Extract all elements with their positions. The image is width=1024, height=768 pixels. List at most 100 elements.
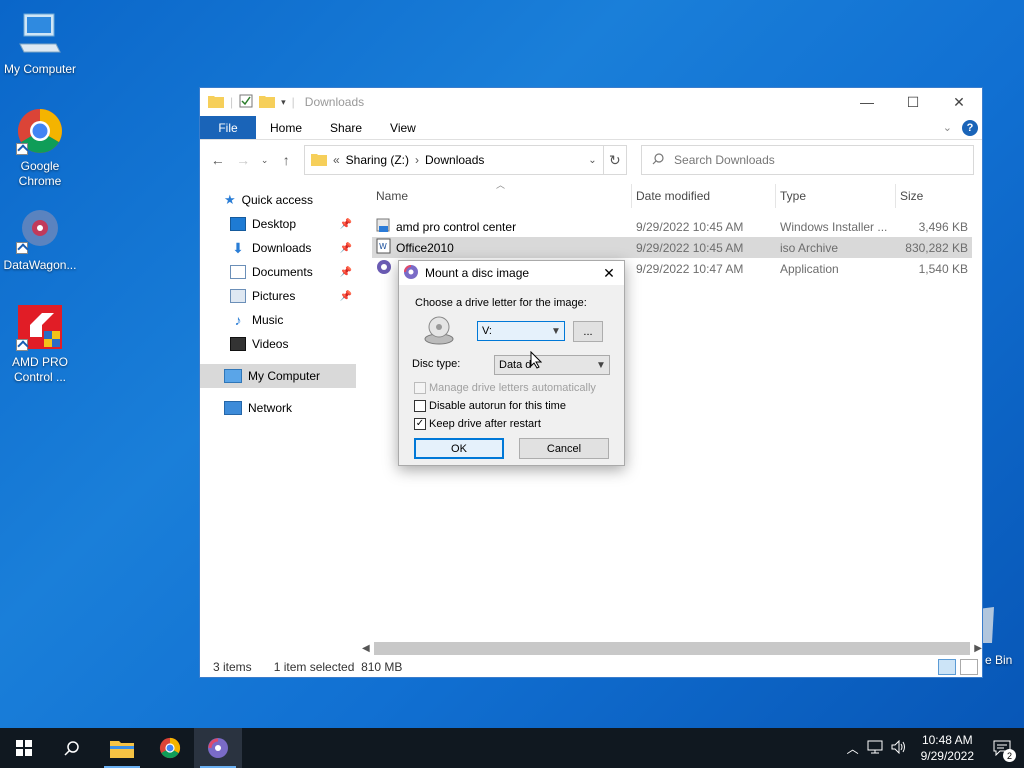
- search-button[interactable]: [48, 728, 96, 768]
- checkbox-label: Keep drive after restart: [429, 418, 541, 430]
- up-arrow-icon[interactable]: ↑: [277, 152, 296, 168]
- disc-type-label: Disc type:: [412, 358, 461, 370]
- back-arrow-icon[interactable]: ←: [208, 152, 227, 168]
- action-center-icon[interactable]: 2: [988, 734, 1016, 762]
- desktop-icon-my-computer[interactable]: My Computer: [0, 10, 80, 77]
- scroll-left-icon[interactable]: ◀: [362, 643, 370, 654]
- dialog-close-button[interactable]: ✕: [594, 265, 624, 282]
- mouse-cursor-icon: [530, 350, 543, 374]
- pin-icon[interactable]: 📌: [340, 291, 352, 302]
- address-dropdown-icon[interactable]: ⌄: [588, 155, 596, 166]
- breadcrumb-current[interactable]: Downloads: [425, 153, 484, 167]
- column-headers: ︿ Name Date modified Type Size: [372, 180, 972, 208]
- nav-label: Music: [252, 313, 284, 327]
- desktop-icon-label: My Computer: [3, 62, 77, 76]
- nav-music[interactable]: ♪ Music: [200, 308, 356, 332]
- details-view-icon[interactable]: [938, 659, 956, 675]
- cancel-button[interactable]: Cancel: [519, 438, 609, 459]
- tab-view[interactable]: View: [376, 116, 430, 139]
- recent-locations-icon[interactable]: ⌄: [259, 155, 271, 166]
- file-type: Windows Installer ...: [780, 219, 888, 234]
- clock[interactable]: 10:48 AM 9/29/2022: [915, 732, 980, 764]
- nav-downloads[interactable]: ⬇ Downloads 📌: [200, 236, 356, 260]
- scroll-thumb[interactable]: [373, 642, 971, 655]
- file-type: Application: [780, 261, 839, 276]
- nav-my-computer[interactable]: My Computer: [200, 364, 356, 388]
- installer-icon: [376, 217, 392, 236]
- file-explorer-icon: [110, 741, 134, 758]
- breadcrumb-separator-icon[interactable]: ›: [415, 153, 419, 167]
- help-icon[interactable]: ?: [962, 119, 978, 136]
- forward-arrow-icon[interactable]: →: [233, 152, 252, 168]
- disc-type-select[interactable]: Data d ▼: [494, 355, 610, 375]
- chevron-down-icon: ▼: [551, 325, 561, 337]
- nav-pictures[interactable]: Pictures 📌: [200, 284, 356, 308]
- column-header-size[interactable]: Size: [896, 184, 972, 208]
- show-hidden-icons-icon[interactable]: ︿: [847, 740, 859, 757]
- tab-share[interactable]: Share: [316, 116, 376, 139]
- file-row[interactable]: amd pro control center 9/29/2022 10:45 A…: [372, 216, 972, 237]
- disc-mount-icon: [403, 264, 419, 283]
- taskbar-chrome[interactable]: [146, 728, 194, 768]
- refresh-icon[interactable]: ↻: [603, 145, 628, 175]
- tab-home[interactable]: Home: [256, 116, 316, 139]
- disable-autorun-checkbox[interactable]: Disable autorun for this time: [414, 400, 566, 412]
- nav-desktop[interactable]: Desktop 📌: [200, 212, 356, 236]
- pin-icon[interactable]: 📌: [340, 243, 352, 254]
- item-count: 3 items: [213, 660, 252, 674]
- keep-drive-checkbox[interactable]: ✓ Keep drive after restart: [414, 418, 541, 430]
- column-header-type[interactable]: Type: [776, 184, 896, 208]
- tab-file[interactable]: File: [200, 116, 256, 139]
- file-date: 9/29/2022 10:45 AM: [636, 240, 744, 255]
- minimize-button[interactable]: —: [844, 88, 890, 116]
- new-folder-icon[interactable]: [259, 94, 276, 111]
- desktop-icon-google-chrome[interactable]: Google Chrome: [0, 107, 80, 189]
- address-bar[interactable]: « Sharing (Z:) › Downloads ⌄: [303, 145, 604, 175]
- chrome-icon: [16, 107, 64, 155]
- ribbon-tabs: File Home Share View ⌄ ?: [200, 116, 982, 140]
- taskbar-disc-mount-app[interactable]: [194, 728, 242, 768]
- close-button[interactable]: ✕: [936, 88, 982, 116]
- ok-button[interactable]: OK: [414, 438, 504, 459]
- breadcrumb-root[interactable]: Sharing (Z:): [346, 153, 409, 167]
- nav-documents[interactable]: Documents 📌: [200, 260, 356, 284]
- drive-letter-select[interactable]: V: ▼: [477, 321, 565, 341]
- nav-quick-access[interactable]: ★ Quick access: [200, 188, 356, 212]
- scroll-right-icon[interactable]: ▶: [974, 643, 982, 654]
- search-input[interactable]: Search Downloads: [674, 153, 775, 167]
- navigation-pane: ★ Quick access Desktop 📌 ⬇ Downloads 📌 D…: [200, 188, 356, 648]
- start-button[interactable]: [0, 728, 48, 768]
- search-box[interactable]: Search Downloads: [641, 145, 974, 175]
- file-size: 1,540 KB: [918, 261, 968, 276]
- download-arrow-icon: ⬇: [232, 239, 244, 256]
- network-icon[interactable]: [867, 740, 883, 757]
- manage-drive-letters-checkbox[interactable]: Manage drive letters automatically: [414, 382, 596, 394]
- maximize-button[interactable]: ☐: [890, 88, 936, 116]
- taskbar-file-explorer[interactable]: [98, 728, 146, 768]
- file-row-selected[interactable]: W Office2010 9/29/2022 10:45 AM iso Arch…: [372, 237, 972, 258]
- customize-qa-icon[interactable]: ▾: [281, 97, 286, 108]
- folder-icon: [208, 94, 224, 111]
- nav-network[interactable]: Network: [200, 396, 356, 420]
- desktop-icon-amd-pro[interactable]: AMD PRO Control ...: [0, 303, 80, 385]
- datawagon-icon: [16, 206, 64, 254]
- browse-button[interactable]: ...: [573, 321, 603, 342]
- column-header-date[interactable]: Date modified: [632, 184, 776, 208]
- horizontal-scrollbar[interactable]: ◀ ▶: [362, 640, 982, 657]
- disc-type-value: Data d: [499, 359, 532, 371]
- nav-label: Network: [248, 401, 293, 415]
- volume-icon[interactable]: [891, 739, 907, 757]
- expand-ribbon-icon[interactable]: ⌄: [943, 121, 952, 134]
- large-icons-view-icon[interactable]: [960, 659, 978, 675]
- pin-icon[interactable]: 📌: [340, 267, 352, 278]
- nav-videos[interactable]: Videos: [200, 332, 356, 356]
- breadcrumb-overflow-icon[interactable]: «: [333, 153, 340, 167]
- desktop-icon-datawagon[interactable]: DataWagon...: [0, 206, 80, 273]
- quick-access-toolbar: | ▾ |: [208, 94, 295, 111]
- clock-time: 10:48 AM: [921, 733, 973, 747]
- amd-icon: [16, 303, 64, 351]
- pictures-icon: [230, 289, 246, 303]
- pin-icon[interactable]: 📌: [340, 219, 352, 230]
- properties-icon[interactable]: [239, 94, 253, 111]
- file-date: 9/29/2022 10:45 AM: [636, 219, 744, 234]
